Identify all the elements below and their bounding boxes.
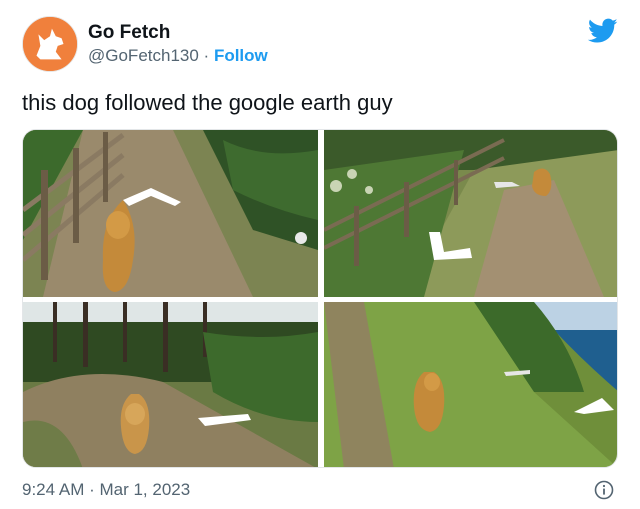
photo-3[interactable] bbox=[23, 302, 318, 467]
tweet-text: this dog followed the google earth guy bbox=[22, 90, 393, 115]
account-name[interactable]: Go Fetch bbox=[88, 22, 170, 44]
photo-1[interactable] bbox=[23, 130, 318, 297]
info-icon[interactable] bbox=[594, 480, 614, 500]
account-handle[interactable]: @GoFetch130 bbox=[88, 46, 199, 65]
photo-4[interactable] bbox=[324, 302, 617, 467]
follow-button[interactable]: Follow bbox=[214, 46, 268, 65]
twitter-bird-icon[interactable] bbox=[588, 18, 618, 44]
photo-4-image bbox=[324, 302, 617, 467]
separator-dot: · bbox=[198, 46, 214, 65]
photo-3-image bbox=[23, 302, 318, 467]
photo-2[interactable] bbox=[324, 130, 617, 297]
photo-grid bbox=[22, 129, 618, 468]
photo-2-image bbox=[324, 130, 617, 297]
photo-1-image bbox=[23, 130, 318, 297]
avatar[interactable] bbox=[22, 16, 78, 72]
handle-row: @GoFetch130 · Follow bbox=[88, 46, 268, 66]
dog-logo-icon bbox=[23, 17, 77, 71]
timestamp[interactable]: 9:24 AM · Mar 1, 2023 bbox=[22, 480, 190, 500]
